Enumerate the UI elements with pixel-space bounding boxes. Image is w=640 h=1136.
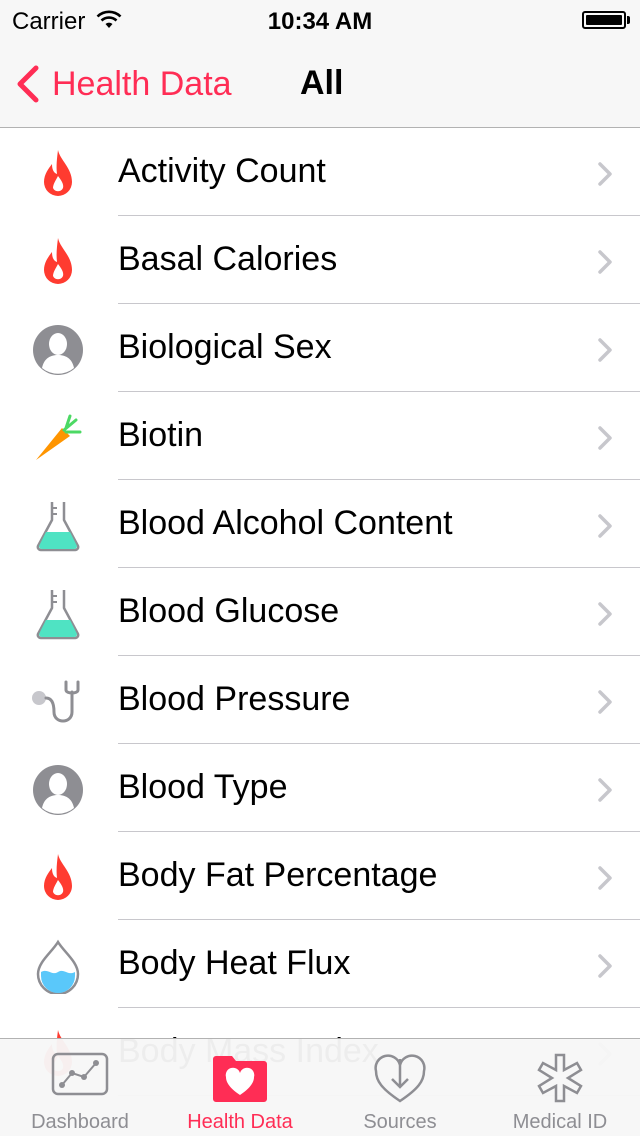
flask-icon — [30, 498, 86, 554]
back-label: Health Data — [52, 64, 232, 103]
navigation-bar: Health Data All — [0, 40, 640, 128]
flask-icon — [30, 586, 86, 642]
list-item[interactable]: Biological Sex — [0, 304, 640, 392]
chevron-right-icon — [598, 602, 612, 626]
person-icon — [30, 762, 86, 818]
chevron-right-icon — [598, 514, 612, 538]
chevron-left-icon — [17, 65, 39, 103]
flame-icon — [30, 234, 86, 290]
list-item[interactable]: Basal Calories — [0, 216, 640, 304]
list-item[interactable]: Blood Glucose — [0, 568, 640, 656]
list-item-label: Blood Pressure — [118, 680, 351, 718]
list-item-label: Biotin — [118, 416, 204, 454]
chevron-right-icon — [598, 690, 612, 714]
water-drop-icon — [30, 938, 86, 996]
health-folder-icon — [210, 1051, 270, 1105]
list-item-label: Body Heat Flux — [118, 944, 351, 982]
status-bar: Carrier 10:34 AM — [0, 0, 640, 40]
page-title: All — [300, 64, 344, 102]
list-item[interactable]: Blood Pressure — [0, 656, 640, 744]
list-item-label: Blood Alcohol Content — [118, 504, 453, 542]
list-item-label: Body Fat Percentage — [118, 856, 438, 894]
health-data-list: Activity Count Basal Calories Biological… — [0, 128, 640, 1096]
flame-icon — [30, 850, 86, 906]
list-item-label: Blood Glucose — [118, 592, 340, 630]
chevron-right-icon — [598, 866, 612, 890]
carrot-icon — [30, 410, 86, 466]
battery-nub — [627, 16, 630, 24]
chevron-right-icon — [598, 250, 612, 274]
person-icon — [30, 322, 86, 378]
clock-label: 10:34 AM — [267, 8, 373, 35]
tab-label: Health Data — [187, 1111, 293, 1133]
list-item-label: Blood Type — [118, 768, 288, 806]
tab-health-data[interactable]: Health Data — [160, 1039, 320, 1136]
medical-star-icon — [530, 1051, 590, 1105]
list-item[interactable]: Blood Alcohol Content — [0, 480, 640, 568]
list-item-label: Activity Count — [118, 152, 326, 190]
tab-sources[interactable]: Sources — [320, 1039, 480, 1136]
chevron-right-icon — [598, 778, 612, 802]
chevron-right-icon — [598, 338, 612, 362]
tab-bar: Dashboard Health Data Sources Medical ID — [0, 1038, 640, 1136]
tab-label: Medical ID — [512, 1111, 608, 1133]
flame-icon — [30, 146, 86, 202]
dashboard-chart-icon — [50, 1051, 110, 1105]
tab-label: Dashboard — [31, 1111, 129, 1133]
list-item[interactable]: Blood Type — [0, 744, 640, 832]
list-item[interactable]: Biotin — [0, 392, 640, 480]
back-button[interactable]: Health Data — [14, 62, 232, 106]
sources-heart-icon — [370, 1051, 430, 1105]
tab-medical-id[interactable]: Medical ID — [480, 1039, 640, 1136]
list-item[interactable]: Body Fat Percentage — [0, 832, 640, 920]
tab-label: Sources — [363, 1111, 437, 1133]
list-item-label: Biological Sex — [118, 328, 332, 366]
chevron-right-icon — [598, 954, 612, 978]
list-item[interactable]: Activity Count — [0, 128, 640, 216]
tab-dashboard[interactable]: Dashboard — [0, 1039, 160, 1136]
chevron-right-icon — [598, 162, 612, 186]
chevron-right-icon — [598, 426, 612, 450]
list-item-label: Basal Calories — [118, 240, 338, 278]
list-item[interactable]: Body Heat Flux — [0, 920, 640, 1008]
battery-icon — [582, 11, 626, 29]
stethoscope-icon — [30, 674, 86, 730]
